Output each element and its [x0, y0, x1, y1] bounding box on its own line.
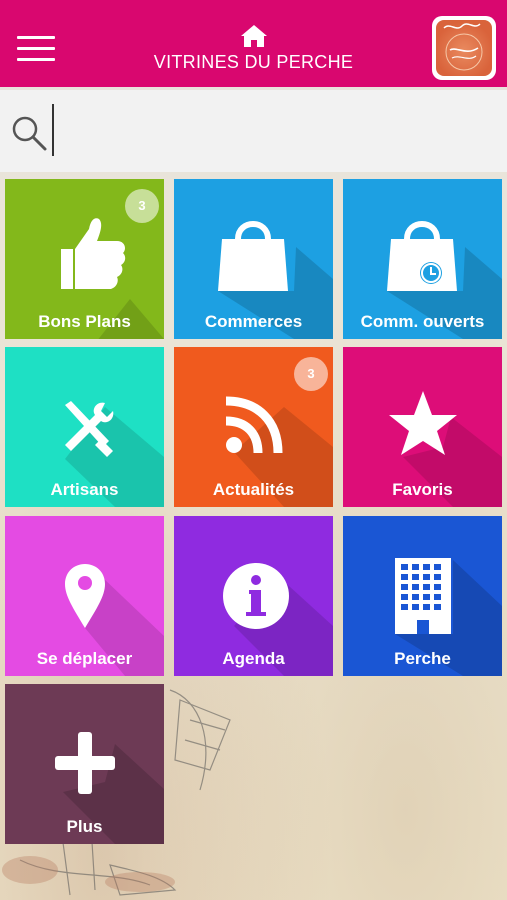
top-bar: VITRINES DU PERCHE [0, 0, 507, 87]
tile-label: Bons Plans [38, 312, 131, 331]
tile-label: Artisans [50, 480, 119, 499]
tile-label: Comm. ouverts [360, 312, 485, 331]
search-icon[interactable] [10, 114, 48, 152]
tile-agenda[interactable]: Agenda [174, 516, 333, 676]
tile-label: Agenda [222, 649, 285, 668]
notification-badge: 3 [125, 189, 159, 223]
tile-actualites[interactable]: 3 Actualités [174, 347, 333, 507]
tile-plus[interactable]: Plus [5, 684, 164, 844]
tile-label: Favoris [392, 480, 453, 499]
tile-label: Actualités [212, 480, 295, 499]
app-title: VITRINES DU PERCHE [153, 52, 354, 72]
tile-comm-ouverts[interactable]: Comm. ouverts [343, 179, 502, 339]
tile-perche[interactable]: Perche [343, 516, 502, 676]
search-input[interactable] [52, 104, 492, 156]
tile-label: Commerces [204, 312, 303, 331]
tile-label: Plus [66, 817, 103, 836]
tile-favoris[interactable]: Favoris [343, 347, 502, 507]
tile-label: Perche [394, 649, 451, 668]
tile-bons-plans[interactable]: 3 Bons Plans [5, 179, 164, 339]
tile-se-deplacer[interactable]: Se déplacer [5, 516, 164, 676]
tile-artisans[interactable]: Artisans [5, 347, 164, 507]
app-logo[interactable] [432, 16, 496, 80]
notification-badge: 3 [294, 357, 328, 391]
home-icon[interactable] [240, 24, 268, 48]
tile-commerces[interactable]: Commerces [174, 179, 333, 339]
tile-label: Se déplacer [36, 649, 133, 668]
